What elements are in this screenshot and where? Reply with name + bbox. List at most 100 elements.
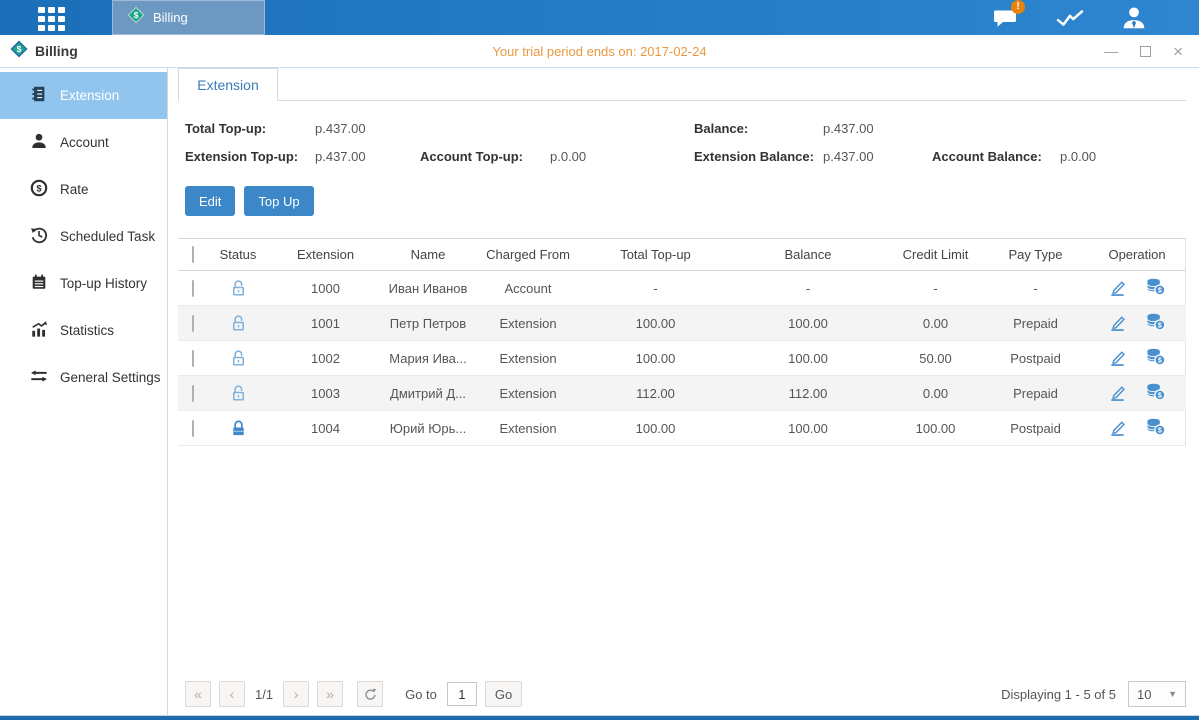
column-header-status: Status bbox=[208, 239, 268, 271]
total-topup-cell: - bbox=[583, 271, 728, 306]
name-cell: Дмитрий Д... bbox=[383, 376, 473, 411]
pay-type-cell: Postpaid bbox=[983, 341, 1088, 376]
total-topup-cell: 100.00 bbox=[583, 341, 728, 376]
user-account-icon[interactable] bbox=[1117, 5, 1151, 31]
reports-chart-icon[interactable] bbox=[1053, 5, 1087, 31]
ledger-icon bbox=[30, 85, 48, 106]
billing-app-window: $ Billing ! $ Billing Your trial period … bbox=[0, 0, 1199, 720]
pay-type-cell: - bbox=[983, 271, 1088, 306]
pay-type-cell: Prepaid bbox=[983, 306, 1088, 341]
edit-row-icon[interactable] bbox=[1108, 347, 1127, 369]
select-all-checkbox[interactable] bbox=[192, 246, 194, 263]
extension-topup-value: p.437.00 bbox=[315, 149, 420, 164]
column-header-total-topup: Total Top-up bbox=[583, 239, 728, 271]
row-checkbox[interactable] bbox=[192, 280, 194, 297]
extensions-table: Status Extension Name Charged From Total… bbox=[178, 238, 1186, 446]
pagination-bar: « ‹ 1/1 › » Go to Go Displaying 1 - 5 of… bbox=[178, 681, 1186, 707]
edit-row-icon[interactable] bbox=[1108, 277, 1127, 299]
sidebar: Extension Account $ Rate Scheduled Task … bbox=[0, 68, 168, 715]
sidebar-item-label: Scheduled Task bbox=[60, 229, 155, 244]
unlocked-icon bbox=[229, 279, 248, 294]
column-header-extension: Extension bbox=[268, 239, 383, 271]
sidebar-item-label: General Settings bbox=[60, 370, 161, 385]
displaying-count: Displaying 1 - 5 of 5 bbox=[1001, 687, 1116, 702]
credit-limit-cell: 0.00 bbox=[888, 376, 983, 411]
previous-page-button[interactable]: ‹ bbox=[219, 681, 245, 707]
balance-value: p.437.00 bbox=[823, 121, 932, 136]
balance-cell: 100.00 bbox=[728, 306, 888, 341]
tab-bar: Extension bbox=[178, 68, 1186, 101]
row-checkbox[interactable] bbox=[192, 315, 194, 332]
pay-type-cell: Prepaid bbox=[983, 376, 1088, 411]
row-checkbox[interactable] bbox=[192, 385, 194, 402]
account-balance-label: Account Balance: bbox=[932, 149, 1060, 164]
charged-from-cell: Account bbox=[473, 271, 583, 306]
top-up-button[interactable]: Top Up bbox=[244, 186, 313, 216]
sidebar-item-extension[interactable]: Extension bbox=[0, 72, 167, 119]
tab-extension[interactable]: Extension bbox=[178, 68, 278, 101]
top-up-row-icon[interactable]: $ bbox=[1145, 417, 1166, 439]
dollar-circle-icon: $ bbox=[30, 179, 48, 200]
row-checkbox[interactable] bbox=[192, 350, 194, 367]
edit-row-icon[interactable] bbox=[1108, 382, 1127, 404]
go-button[interactable]: Go bbox=[485, 681, 522, 707]
sidebar-item-label: Statistics bbox=[60, 323, 114, 338]
sidebar-item-topup-history[interactable]: Top-up History bbox=[0, 260, 167, 307]
notification-badge: ! bbox=[1011, 0, 1025, 14]
billing-summary: Total Top-up: p.437.00 Balance: p.437.00… bbox=[178, 121, 1186, 164]
sidebar-item-account[interactable]: Account bbox=[0, 119, 167, 166]
next-page-button[interactable]: › bbox=[283, 681, 309, 707]
svg-text:$: $ bbox=[36, 183, 42, 194]
column-header-pay-type: Pay Type bbox=[983, 239, 1088, 271]
charged-from-cell: Extension bbox=[473, 376, 583, 411]
unlocked-icon bbox=[229, 314, 248, 329]
extension-cell: 1004 bbox=[268, 411, 383, 446]
row-checkbox[interactable] bbox=[192, 420, 194, 437]
extension-topup-label: Extension Top-up: bbox=[185, 149, 315, 164]
sidebar-item-label: Rate bbox=[60, 182, 89, 197]
svg-text:$: $ bbox=[1158, 322, 1162, 330]
balance-cell: 100.00 bbox=[728, 411, 888, 446]
sidebar-item-statistics[interactable]: Statistics bbox=[0, 307, 167, 354]
last-page-button[interactable]: » bbox=[317, 681, 343, 707]
sidebar-item-label: Extension bbox=[60, 88, 119, 103]
svg-text:$: $ bbox=[1158, 287, 1162, 295]
name-cell: Иван Иванов bbox=[383, 271, 473, 306]
pay-type-cell: Postpaid bbox=[983, 411, 1088, 446]
first-page-button[interactable]: « bbox=[185, 681, 211, 707]
app-grid-menu-icon[interactable] bbox=[38, 7, 68, 37]
edit-button[interactable]: Edit bbox=[185, 186, 235, 216]
sidebar-item-rate[interactable]: $ Rate bbox=[0, 166, 167, 213]
close-icon[interactable]: × bbox=[1173, 43, 1183, 60]
page-size-select[interactable]: 10 ▼ bbox=[1128, 681, 1186, 707]
top-up-row-icon[interactable]: $ bbox=[1145, 312, 1166, 334]
history-clock-icon bbox=[30, 226, 48, 247]
credit-limit-cell: 0.00 bbox=[888, 306, 983, 341]
charged-from-cell: Extension bbox=[473, 341, 583, 376]
edit-row-icon[interactable] bbox=[1108, 417, 1127, 439]
status-cell bbox=[208, 411, 268, 446]
status-cell bbox=[208, 341, 268, 376]
status-cell bbox=[208, 306, 268, 341]
name-cell: Мария Ива... bbox=[383, 341, 473, 376]
top-up-row-icon[interactable]: $ bbox=[1145, 277, 1166, 299]
svg-text:$: $ bbox=[1158, 357, 1162, 365]
goto-page-input[interactable] bbox=[447, 682, 477, 706]
balance-cell: - bbox=[728, 271, 888, 306]
refresh-button[interactable] bbox=[357, 681, 383, 707]
app-tab-billing[interactable]: $ Billing bbox=[112, 0, 265, 35]
svg-text:$: $ bbox=[1158, 427, 1162, 435]
notifications-chat-icon[interactable]: ! bbox=[989, 5, 1023, 31]
sidebar-item-scheduled-task[interactable]: Scheduled Task bbox=[0, 213, 167, 260]
table-row: 1001 Петр Петров Extension 100.00 100.00… bbox=[178, 306, 1186, 341]
top-up-row-icon[interactable]: $ bbox=[1145, 347, 1166, 369]
sliders-icon bbox=[30, 367, 48, 388]
minimize-icon[interactable]: — bbox=[1104, 44, 1118, 58]
edit-row-icon[interactable] bbox=[1108, 312, 1127, 334]
sidebar-item-general-settings[interactable]: General Settings bbox=[0, 354, 167, 401]
maximize-icon[interactable] bbox=[1140, 46, 1151, 57]
column-header-charged-from: Charged From bbox=[473, 239, 583, 271]
top-up-row-icon[interactable]: $ bbox=[1145, 382, 1166, 404]
total-topup-value: p.437.00 bbox=[315, 121, 420, 136]
account-balance-value: p.0.00 bbox=[1060, 149, 1186, 164]
